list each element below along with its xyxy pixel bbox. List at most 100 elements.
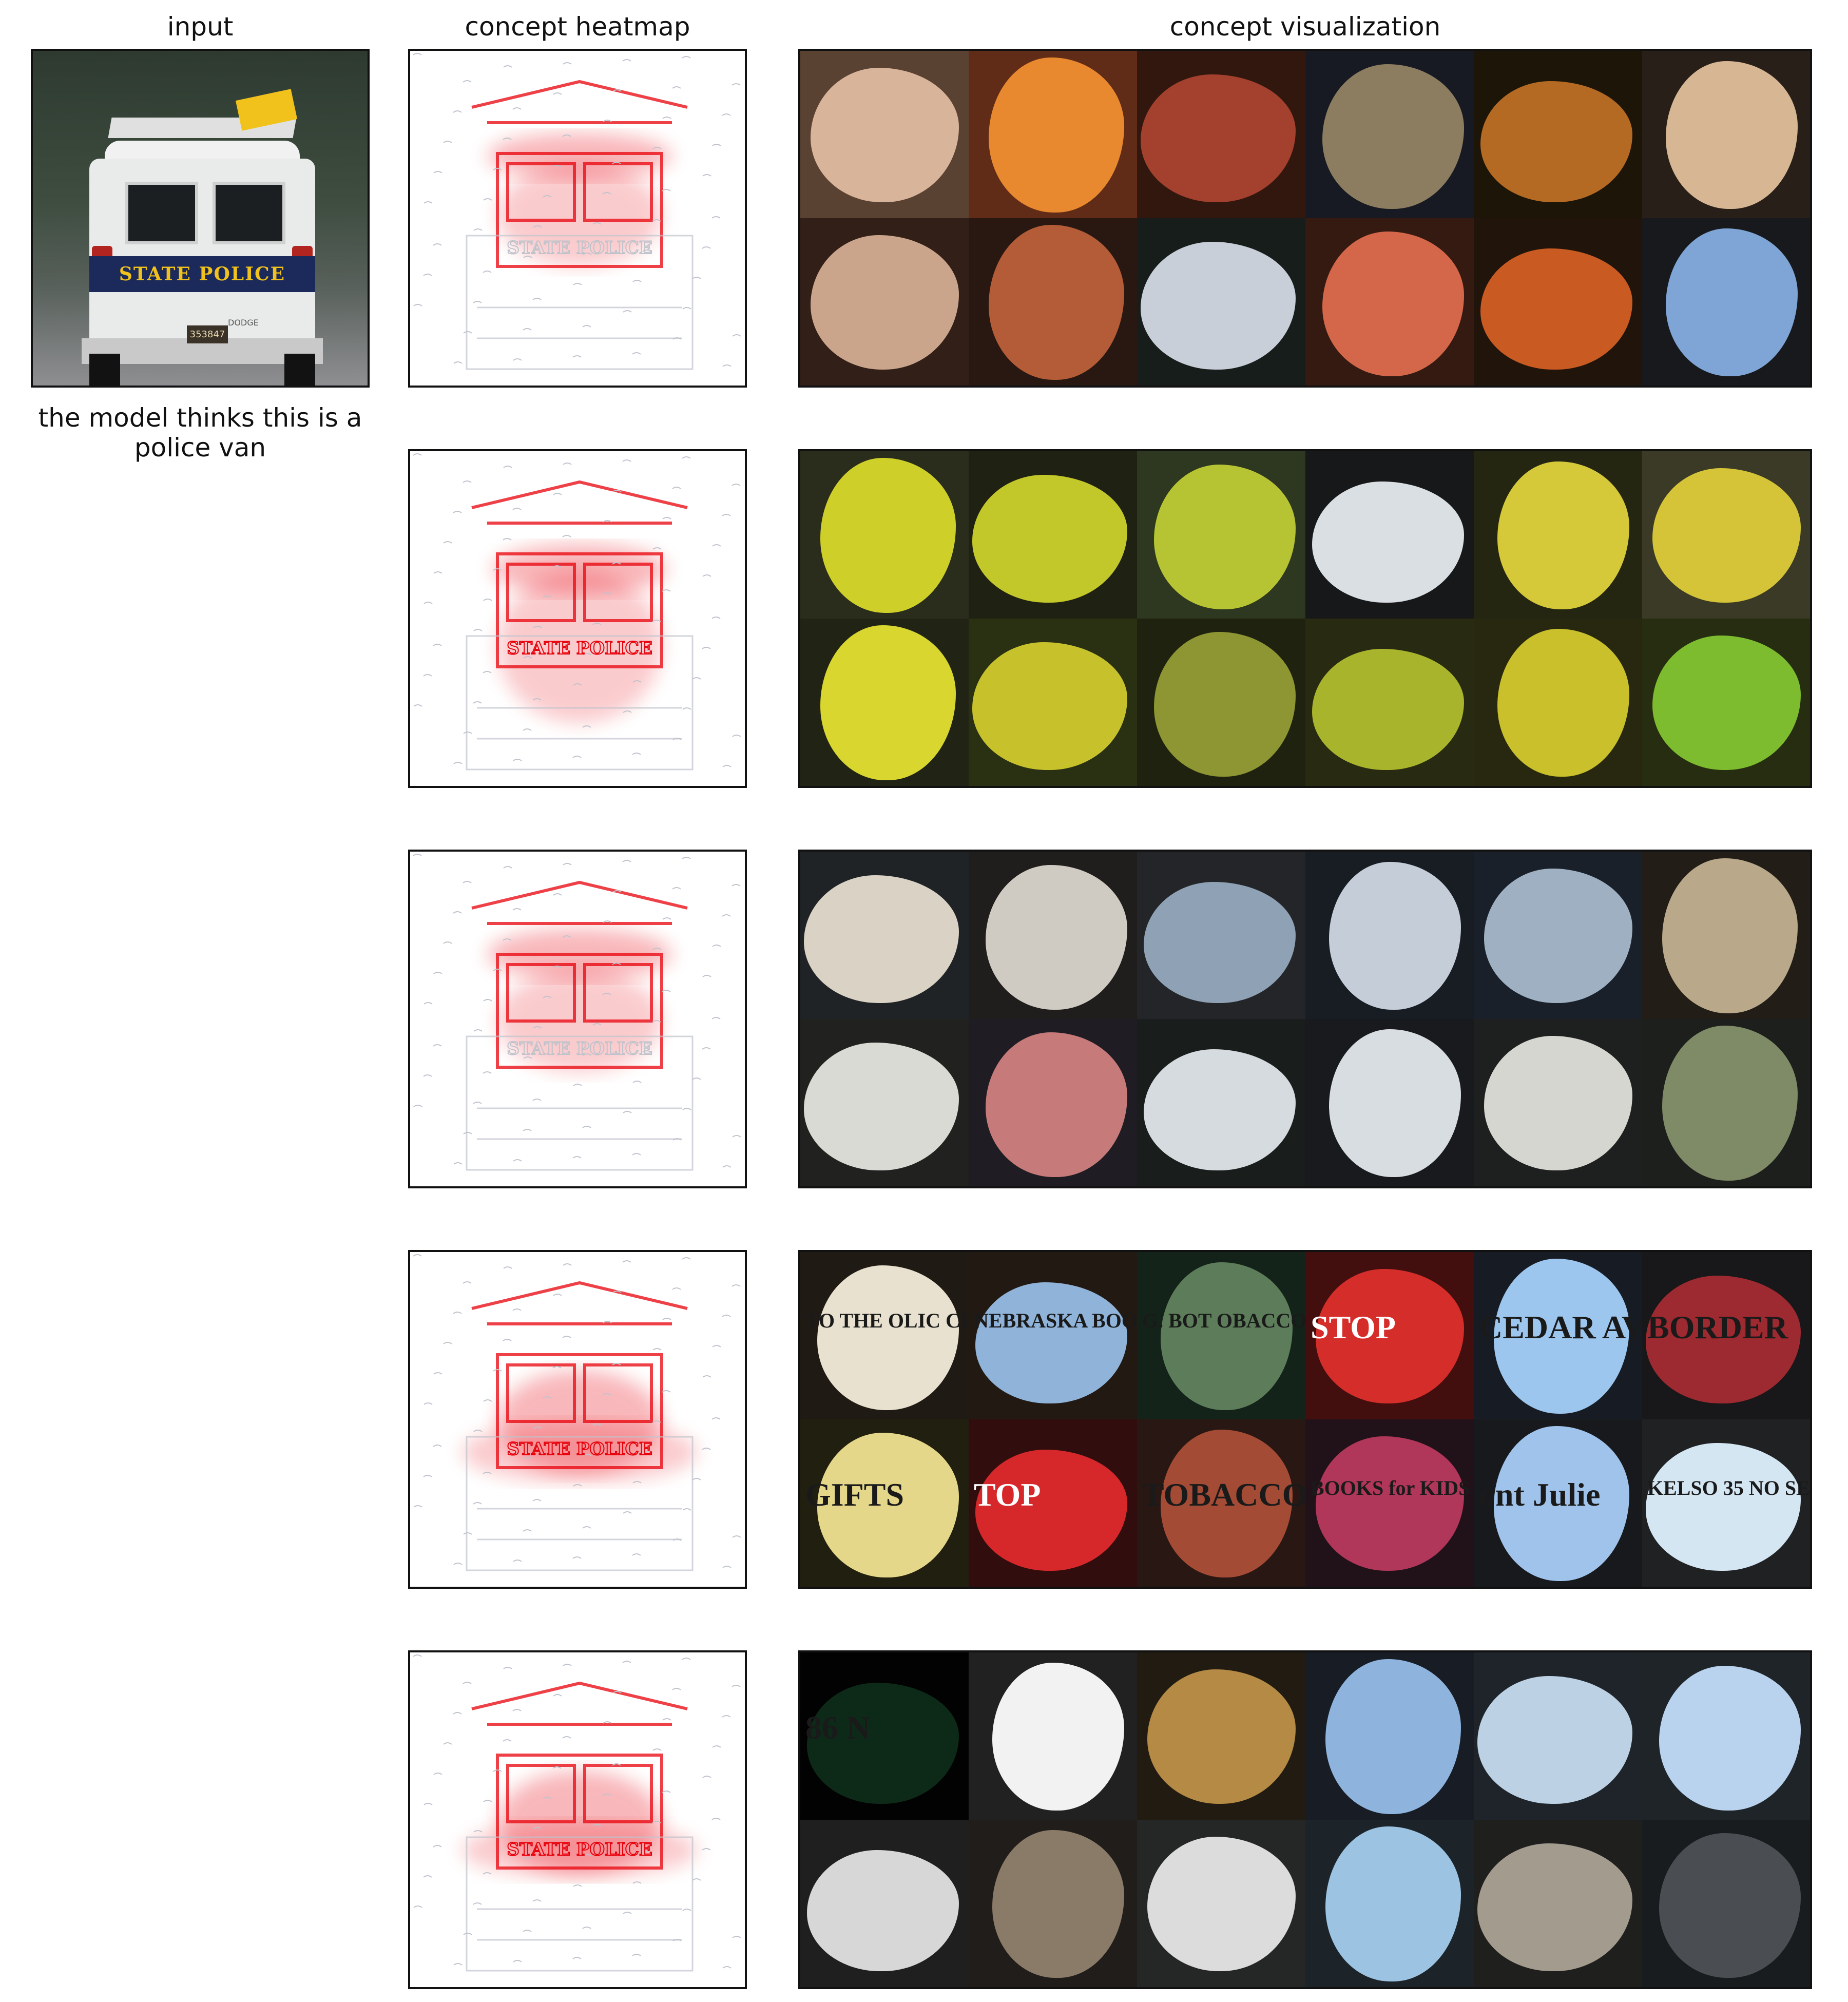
concept-example-tile [1305,1652,1474,1821]
heatmap-canvas: STATE POLICE [413,53,741,370]
background-edge [473,1502,482,1505]
background-edge [503,538,512,541]
background-edge [623,310,632,313]
background-edge [423,1475,432,1477]
background-edge [553,893,562,896]
background-edge [632,1081,642,1083]
background-edge [483,1872,492,1875]
background-edge [473,1029,483,1032]
background-edge [622,860,631,862]
concept-example-tile: 86 N [800,1652,969,1821]
background-edge [622,1661,631,1663]
background-edge [523,728,532,731]
concept-example-tile: TOP [969,1419,1138,1587]
concept-example-tile [1137,451,1306,620]
background-edge [632,1153,641,1156]
background-edge [732,484,741,486]
concept-example-tile [969,51,1138,219]
background-edge [503,1339,512,1341]
concept-visualization-grid [798,449,1812,788]
concept-example-tile: KELSO 35 NO SERVI [1642,1419,1810,1587]
concept-example-tile [1642,451,1810,620]
background-edge [453,1963,463,1966]
concept-example-tile [1642,218,1810,386]
concept-example-tile [1137,1820,1306,1987]
background-edge [433,972,442,974]
background-edge [711,1417,721,1420]
background-edge [413,1654,422,1657]
concept-heatmap: STATE POLICE [408,1650,747,1989]
concept-example-tile [969,619,1138,786]
concept-example-tile [1474,619,1643,786]
background-edge [453,511,462,513]
concept-example-tile: GIFTS [800,1419,969,1587]
background-edge [433,243,442,246]
background-edge [483,1399,492,1402]
tile-sign-text: TO THE OLIC CHUR [805,1309,969,1332]
background-edge [473,1430,483,1432]
background-edge [702,647,711,649]
concept-example-tile [1305,451,1474,620]
van-edge [471,80,688,109]
background-edge [722,514,731,516]
concept-example-tile: CEDAR AVE [1474,1252,1643,1420]
background-edge [572,1957,582,1959]
background-edge [513,358,522,361]
background-edge [473,228,483,231]
background-edge [532,1499,542,1502]
background-edge [563,863,572,865]
background-edge [672,86,681,89]
concept-example-tile [969,1820,1138,1987]
background-edge [702,1375,711,1378]
background-edge [632,1881,642,1884]
van-badge: DODGE [228,318,259,328]
concept-visualization-grid: TO THE OLIC CHURNEBRASKA BOOKSTOREG. BOT… [798,1250,1812,1589]
background-edge [712,544,721,547]
background-edge [702,1848,711,1851]
background-edge [623,1912,632,1914]
background-edge [413,1254,422,1257]
background-edge [711,617,721,619]
van-edge [471,1281,688,1310]
input-image: STATE POLICE DODGE 353847 [31,49,370,388]
background-edge [512,1308,522,1311]
background-edge [453,361,463,364]
background-edge [711,216,721,219]
background-edge [463,1682,472,1684]
concept-example-tile [800,451,969,620]
background-edge [443,1342,452,1344]
background-edge [532,1099,542,1101]
background-edge [453,911,462,914]
background-edge [463,80,472,83]
concept-example-tile [1474,218,1643,386]
background-edge [483,271,492,273]
concept-visualization-grid: 86 N [798,1650,1812,1989]
background-edge [732,1685,741,1687]
background-edge [732,1135,741,1138]
background-edge [553,1294,562,1296]
background-edge [503,1266,512,1269]
background-edge [463,732,472,734]
background-edge [512,508,522,510]
van-license-plate: 353847 [187,325,228,343]
background-edge [424,1402,433,1405]
background-edge [473,629,483,631]
concept-example-tile [800,1820,969,1987]
input-column-title: input [167,12,234,42]
background-edge [632,352,641,355]
background-edge [463,1132,472,1134]
background-edge [483,599,492,601]
heatmap-label: STATE POLICE [507,1839,652,1860]
background-edge [413,304,422,306]
background-edge [433,571,442,574]
background-edge [553,1694,562,1697]
background-edge [513,759,522,761]
background-edge [512,1709,522,1711]
heatmap-label: STATE POLICE [507,1439,652,1459]
background-edge [682,707,691,710]
van-stripe-text: STATE POLICE [119,263,286,285]
background-edge [562,1736,571,1739]
background-edge [453,1162,463,1165]
heatmap-label: STATE POLICE [507,238,652,258]
background-edge [523,1529,532,1532]
